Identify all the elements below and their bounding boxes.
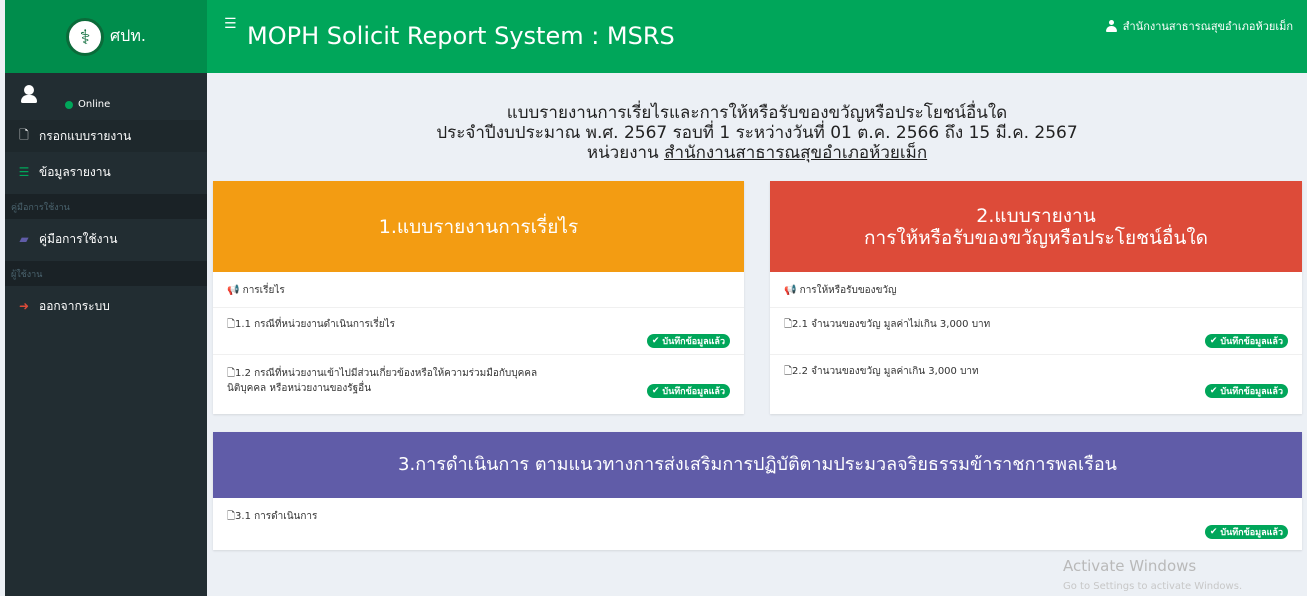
- row-label: 🗋2.2 จำนวนของขวัญ มูลค่าเกิน 3,000 บาท: [784, 364, 979, 379]
- sign-out-icon: ➜: [18, 299, 30, 313]
- user-avatar-icon: [21, 85, 37, 103]
- page-heading: แบบรายงานการเรี่ยไรและการให้หรือรับของขว…: [207, 103, 1307, 163]
- sidebar-header-manual: คู่มือการใช้งาน: [5, 194, 207, 219]
- report-row[interactable]: 🗋1.2 กรณีที่หน่วยงานเข้าไปมีส่วนเกี่ยวข้…: [213, 355, 744, 414]
- list-icon: ☰: [18, 165, 30, 179]
- app-title: MOPH Solicit Report System : MSRS: [247, 22, 675, 50]
- sidebar-item-logout[interactable]: ➜ ออกจากระบบ: [5, 290, 207, 322]
- check-icon: ✔: [1209, 336, 1218, 346]
- heading-line2: ประจำปีงบประมาณ พ.ศ. 2567 รอบที่ 1 ระหว่…: [436, 123, 1078, 143]
- box-title-line2: การให้หรือรับของขวัญหรือประโยชน์อื่นใด: [864, 226, 1208, 249]
- sidebar: Online 🗋 กรอกแบบรายงาน ☰ ข้อมูลรายงาน คู…: [5, 73, 207, 596]
- heading-line1: แบบรายงานการเรี่ยไรและการให้หรือรับของขว…: [506, 103, 1008, 123]
- user-name: สำนักงานสาธารณสุขอำเภอห้วยเม็ก: [1122, 20, 1293, 33]
- logo[interactable]: ⚕ ศปท.: [5, 0, 207, 73]
- status-badge[interactable]: ✔ บันทึกข้อมูลแล้ว: [1204, 384, 1288, 398]
- report-row[interactable]: 🗋1.1 กรณีที่หน่วยงานดำเนินการเรี่ยไร ✔ บั…: [213, 308, 744, 355]
- file-icon: 🗋: [784, 366, 793, 377]
- status-badge[interactable]: ✔ บันทึกข้อมูลแล้ว: [1204, 525, 1288, 539]
- sidebar-header-user: ผู้ใช้งาน: [5, 261, 207, 286]
- row-text: 2.1 จำนวนของขวัญ มูลค่าไม่เกิน 3,000 บาท: [792, 319, 991, 330]
- row-text: 3.1 การดำเนินการ: [235, 511, 318, 522]
- box-title-text: 3.การดำเนินการ ตามแนวทางการส่งเสริมการปฏ…: [398, 454, 1117, 475]
- top-navbar: ☰ MOPH Solicit Report System : MSRS สำนั…: [207, 0, 1307, 73]
- user-menu[interactable]: สำนักงานสาธารณสุขอำเภอห้วยเม็ก: [1105, 17, 1293, 35]
- box-title: 1.แบบรายงานการเรี่ยไร: [213, 181, 744, 272]
- badge-text: บันทึกข้อมูลแล้ว: [1220, 337, 1283, 347]
- online-status-label: Online: [78, 99, 111, 110]
- check-icon: ✔: [651, 386, 660, 396]
- bullhorn-icon: 📢: [227, 285, 240, 296]
- status-badge[interactable]: ✔ บันทึกข้อมูลแล้ว: [646, 334, 730, 348]
- section-text: การให้หรือรับของขวัญ: [799, 285, 897, 296]
- sidebar-item-label: ออกจากระบบ: [39, 298, 110, 313]
- row-text-line1: 1.2 กรณีที่หน่วยงานเข้าไปมีส่วนเกี่ยวข้อ…: [235, 368, 538, 379]
- heading-agency-prefix: หน่วยงาน: [586, 143, 659, 163]
- report-box-solicit: 1.แบบรายงานการเรี่ยไร 📢 การเรี่ยไร 🗋1.1 …: [213, 181, 744, 414]
- book-icon: ▰: [19, 232, 29, 246]
- row-label: 🗋3.1 การดำเนินการ: [227, 509, 317, 524]
- moph-seal-icon: ⚕: [66, 17, 105, 56]
- online-status: Online: [65, 99, 110, 110]
- file-icon: 🗋: [784, 319, 793, 330]
- report-box-ethics: 3.การดำเนินการ ตามแนวทางการส่งเสริมการปฏ…: [213, 432, 1302, 550]
- hamburger-icon[interactable]: ☰: [224, 16, 237, 32]
- row-label: 🗋1.2 กรณีที่หน่วยงานเข้าไปมีส่วนเกี่ยวข้…: [227, 366, 537, 396]
- file-icon: 🗋: [227, 511, 236, 522]
- user-icon: [1105, 20, 1117, 32]
- row-label: 🗋1.1 กรณีที่หน่วยงานดำเนินการเรี่ยไร: [227, 317, 395, 332]
- heading-line3: หน่วยงาน สำนักงานสาธารณสุขอำเภอห้วยเม็ก: [207, 143, 1307, 163]
- box-title-line1: 2.แบบรายงาน: [976, 204, 1096, 227]
- logo-text: ศปท.: [110, 26, 146, 45]
- bullhorn-icon: 📢: [784, 285, 797, 296]
- online-dot-icon: [65, 100, 73, 109]
- section-label: 📢 การให้หรือรับของขวัญ: [784, 283, 897, 298]
- heading-agency-name: สำนักงานสาธารณสุขอำเภอห้วยเม็ก: [664, 143, 928, 163]
- row-text: 2.2 จำนวนของขวัญ มูลค่าเกิน 3,000 บาท: [792, 366, 979, 377]
- badge-text: บันทึกข้อมูลแล้ว: [1220, 387, 1283, 397]
- report-row[interactable]: 🗋2.1 จำนวนของขวัญ มูลค่าไม่เกิน 3,000 บา…: [770, 308, 1302, 355]
- check-icon: ✔: [1209, 386, 1218, 396]
- sidebar-item-report-form[interactable]: 🗋 กรอกแบบรายงาน: [5, 120, 207, 152]
- user-panel: Online: [5, 73, 207, 120]
- check-icon: ✔: [651, 336, 660, 346]
- sidebar-item-label: กรอกแบบรายงาน: [39, 128, 132, 143]
- activate-windows-subtitle: Go to Settings to activate Windows.: [1063, 581, 1243, 592]
- status-badge[interactable]: ✔ บันทึกข้อมูลแล้ว: [1204, 334, 1288, 348]
- section-label: 📢 การเรี่ยไร: [227, 283, 285, 298]
- activate-windows-title: Activate Windows: [1063, 557, 1197, 575]
- check-icon: ✔: [1209, 527, 1218, 537]
- row-text: 1.1 กรณีที่หน่วยงานดำเนินการเรี่ยไร: [235, 319, 395, 330]
- badge-text: บันทึกข้อมูลแล้ว: [662, 387, 725, 397]
- file-icon: 🗋: [227, 368, 236, 379]
- badge-text: บันทึกข้อมูลแล้ว: [1220, 528, 1283, 538]
- section-text: การเรี่ยไร: [242, 285, 285, 296]
- report-row[interactable]: 🗋3.1 การดำเนินการ ✔ บันทึกข้อมูลแล้ว: [213, 498, 1302, 550]
- sidebar-item-label: คู่มือการใช้งาน: [39, 231, 118, 246]
- file-icon: 🗋: [19, 127, 29, 142]
- badge-text: บันทึกข้อมูลแล้ว: [662, 337, 725, 347]
- report-row[interactable]: 🗋2.2 จำนวนของขวัญ มูลค่าเกิน 3,000 บาท ✔…: [770, 355, 1302, 414]
- row-label: 🗋2.1 จำนวนของขวัญ มูลค่าไม่เกิน 3,000 บา…: [784, 317, 990, 332]
- status-badge[interactable]: ✔ บันทึกข้อมูลแล้ว: [646, 384, 730, 398]
- box-title-text: 1.แบบรายงานการเรี่ยไร: [378, 215, 579, 238]
- box-title: 2.แบบรายงาน การให้หรือรับของขวัญหรือประโ…: [770, 181, 1302, 272]
- report-box-gift: 2.แบบรายงาน การให้หรือรับของขวัญหรือประโ…: [770, 181, 1302, 414]
- sidebar-item-label: ข้อมูลรายงาน: [39, 164, 111, 179]
- sidebar-item-report-data[interactable]: ☰ ข้อมูลรายงาน: [5, 156, 207, 188]
- sidebar-item-manual[interactable]: ▰ คู่มือการใช้งาน: [5, 223, 207, 255]
- section-row: 📢 การเรี่ยไร: [213, 272, 744, 308]
- box-title: 3.การดำเนินการ ตามแนวทางการส่งเสริมการปฏ…: [213, 432, 1302, 498]
- row-text-line2: นิติบุคคล หรือหน่วยงานของรัฐอื่น: [227, 383, 372, 394]
- section-row: 📢 การให้หรือรับของขวัญ: [770, 272, 1302, 308]
- file-icon: 🗋: [227, 319, 236, 330]
